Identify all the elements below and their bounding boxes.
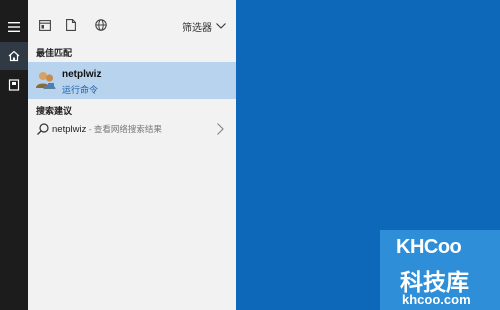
apps-icon <box>39 19 51 31</box>
khcoo-watermark: KHCoo 科技库 khcoo.com <box>380 230 500 310</box>
suggestion-text: netplwiz - 查看网络搜索结果 <box>52 123 162 135</box>
search-results-panel: 筛选器 最佳匹配 netplwiz 运行命令 搜索建议 netplwiz - 查… <box>28 0 236 310</box>
chevron-right-icon[interactable] <box>214 122 226 136</box>
filter-label: 筛选器 <box>182 22 212 34</box>
hamburger-menu-button[interactable] <box>0 13 28 41</box>
apps-filter-button[interactable] <box>34 14 56 36</box>
best-match-heading: 最佳匹配 <box>36 48 73 58</box>
contacts-button[interactable] <box>0 71 28 99</box>
best-match-item[interactable]: netplwiz 运行命令 <box>28 62 236 99</box>
watermark-logo: KHCoo <box>396 236 462 258</box>
suggestion-term: netplwiz <box>52 124 87 135</box>
chevron-down-icon <box>216 23 226 29</box>
suggestion-hint: - 查看网络搜索结果 <box>86 124 162 134</box>
filter-dropdown[interactable]: 筛选器 <box>182 16 226 36</box>
watermark-url: khcoo.com <box>402 292 471 307</box>
home-icon <box>8 50 20 62</box>
web-search-suggestion[interactable]: netplwiz - 查看网络搜索结果 <box>28 118 236 140</box>
document-icon <box>66 19 76 31</box>
web-icon <box>95 19 107 31</box>
best-match-subtitle: 运行命令 <box>62 85 99 95</box>
web-filter-button[interactable] <box>90 14 112 36</box>
documents-filter-button[interactable] <box>60 14 82 36</box>
search-toolbar: 筛选器 <box>28 14 236 38</box>
hamburger-menu-icon <box>8 22 20 32</box>
start-menu-rail <box>0 0 28 310</box>
search-icon <box>37 123 49 135</box>
best-match-title: netplwiz <box>62 69 102 80</box>
contacts-icon <box>8 79 20 91</box>
users-icon <box>36 72 56 89</box>
home-button[interactable] <box>0 42 28 70</box>
search-suggestions-heading: 搜索建议 <box>36 106 73 116</box>
